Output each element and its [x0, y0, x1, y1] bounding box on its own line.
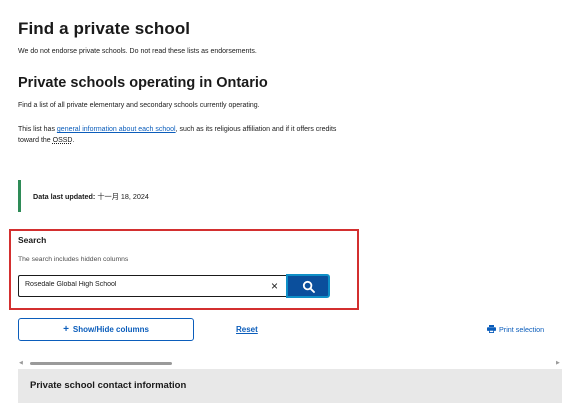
scroll-left-arrow-icon[interactable]: ◀ — [19, 360, 23, 366]
search-label: Search — [18, 235, 47, 245]
search-icon — [302, 280, 315, 293]
data-updated-value: 十一月 18, 2024 — [97, 192, 149, 201]
intro-text: Find a list of all private elementary an… — [18, 102, 260, 109]
reset-link[interactable]: Reset — [236, 325, 258, 334]
plus-icon: + — [63, 324, 69, 335]
print-selection-label: Print selection — [499, 325, 545, 334]
general-information-link[interactable]: general information about each school — [57, 126, 176, 133]
horizontal-scrollbar-thumb[interactable] — [30, 362, 172, 365]
list-text-after: , such as its religious affiliation and … — [175, 126, 337, 133]
disclaimer-text: We do not endorse private schools. Do no… — [18, 48, 257, 55]
search-hint: The search includes hidden columns — [18, 256, 129, 263]
show-hide-label: Show/Hide columns — [72, 325, 149, 334]
data-updated-text: Data last updated: 十一月 18, 2024 — [33, 192, 149, 202]
show-hide-columns-button[interactable]: + Show/Hide columns — [18, 318, 194, 341]
table-header-title: Private school contact information — [30, 380, 187, 391]
search-button[interactable] — [286, 274, 330, 298]
section-heading: Private schools operating in Ontario — [18, 75, 268, 91]
data-updated-callout: Data last updated: 十一月 18, 2024 — [18, 180, 398, 212]
page-title: Find a private school — [18, 19, 191, 38]
list-text-line2-before: toward the — [18, 137, 53, 144]
list-text-line2-after: . — [72, 137, 75, 144]
list-text-before: This list has — [18, 126, 57, 133]
list-description: This list has general information about … — [18, 124, 336, 146]
clear-icon[interactable]: × — [271, 279, 278, 293]
search-field: × — [18, 275, 286, 297]
search-input[interactable] — [25, 281, 265, 288]
ossd-abbreviation[interactable]: OSSD — [53, 137, 73, 144]
printer-icon — [487, 325, 496, 333]
table-header: Private school contact information — [18, 369, 562, 403]
print-selection-link[interactable]: Print selection — [487, 325, 544, 334]
scroll-right-arrow-icon[interactable]: ▶ — [556, 360, 560, 366]
data-updated-label: Data last updated: — [33, 192, 96, 201]
